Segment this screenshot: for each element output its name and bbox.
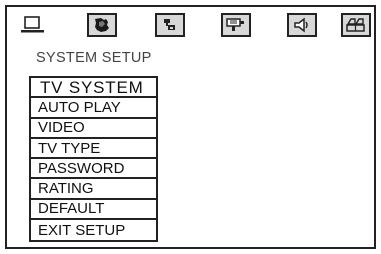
menu-item-exit-setup[interactable]: EXIT SETUP bbox=[31, 220, 156, 240]
setup-toolbar bbox=[18, 13, 371, 41]
menu-item-password[interactable]: PASSWORD bbox=[31, 159, 156, 180]
video-setup-icon[interactable] bbox=[221, 13, 251, 37]
audio-setup-icon[interactable] bbox=[155, 13, 185, 37]
menu-item-tv-type[interactable]: TV TYPE bbox=[31, 139, 156, 160]
general-setup-icon[interactable] bbox=[18, 13, 48, 37]
section-title: SYSTEM SETUP bbox=[36, 50, 152, 66]
preference-icon[interactable] bbox=[341, 13, 371, 37]
menu-item-rating[interactable]: RATING bbox=[31, 179, 156, 200]
menu-item-video[interactable]: VIDEO bbox=[31, 119, 156, 139]
menu-item-default[interactable]: DEFAULT bbox=[31, 200, 156, 221]
speaker-setup-icon[interactable] bbox=[87, 13, 117, 37]
setup-menu: TV SYSTEM AUTO PLAY VIDEO TV TYPE PASSWO… bbox=[29, 76, 158, 243]
menu-item-tv-system[interactable]: TV SYSTEM bbox=[31, 78, 156, 99]
audio-output-icon[interactable] bbox=[287, 13, 317, 37]
menu-item-auto-play[interactable]: AUTO PLAY bbox=[31, 98, 156, 119]
